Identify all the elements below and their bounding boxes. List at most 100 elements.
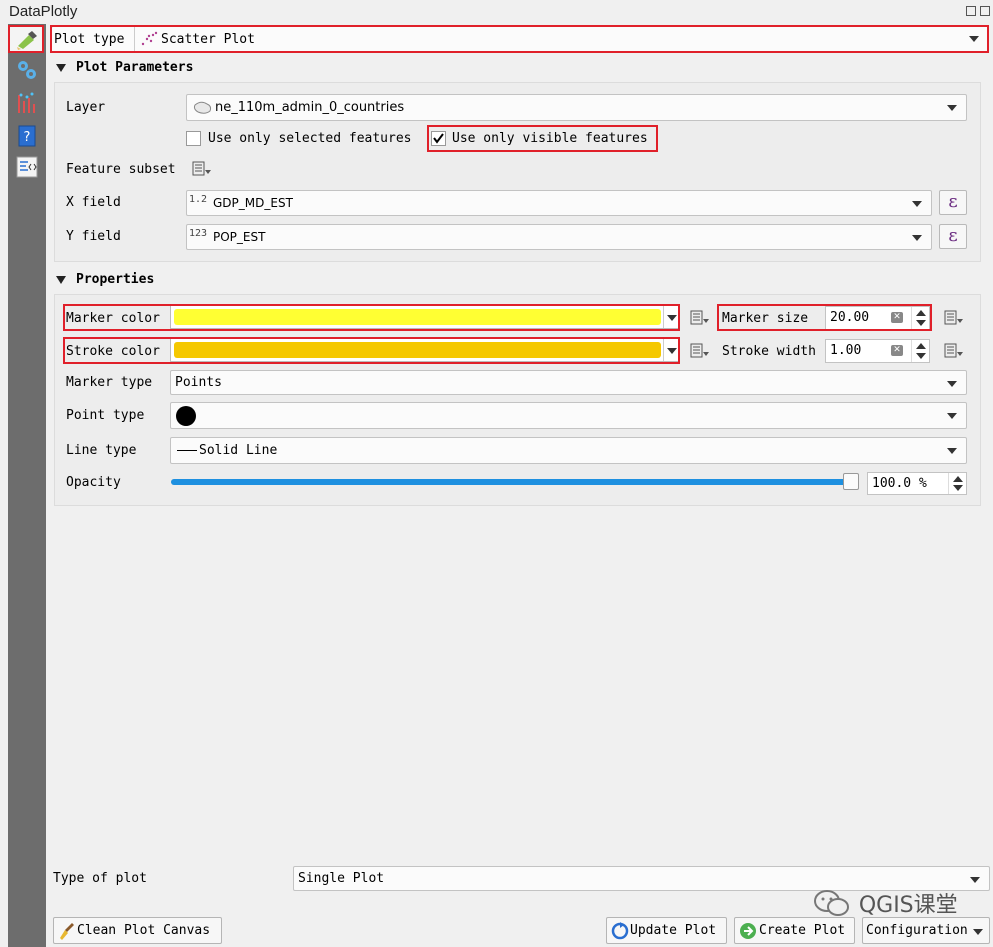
spin-arrows[interactable]	[911, 340, 929, 362]
stroke-width-value: 1.00	[830, 343, 862, 358]
line-type-value: Solid Line	[199, 443, 278, 458]
point-type-label: Point type	[66, 408, 145, 423]
feature-subset-label: Feature subset	[66, 162, 176, 177]
wechat-icon	[814, 890, 849, 916]
use-visible-checkbox[interactable]	[431, 131, 446, 146]
marker-type-combo[interactable]: Points	[170, 370, 967, 395]
title-bar: DataPlotly	[0, 0, 993, 22]
chevron-down-icon	[947, 413, 957, 419]
update-plot-button[interactable]: Update Plot	[606, 917, 727, 944]
layer-label: Layer	[66, 100, 106, 115]
polygon-layer-icon	[193, 101, 213, 119]
y-field-value: POP_EST	[213, 230, 266, 244]
layer-combo[interactable]: ne_110m_admin_0_countries	[186, 94, 967, 121]
marker-type-value: Points	[175, 375, 222, 390]
chevron-down-icon	[663, 306, 679, 328]
type-of-plot-label: Type of plot	[53, 871, 147, 886]
marker-size-value: 20.00	[830, 310, 870, 325]
chevron-down-icon	[970, 877, 980, 883]
data-defined-icon[interactable]	[190, 160, 212, 178]
type-of-plot-value: Single Plot	[298, 871, 385, 886]
data-defined-icon[interactable]	[688, 309, 710, 327]
use-visible-label: Use only visible features	[452, 131, 648, 146]
sidebar-plot-icon[interactable]	[10, 27, 44, 53]
plot-type-combo[interactable]: Plot type Scatter Plot	[51, 26, 989, 53]
y-field-label: Y field	[66, 229, 121, 244]
configuration-button[interactable]: Configuration	[862, 917, 990, 944]
opacity-slider-handle[interactable]	[843, 473, 859, 490]
collapse-icon	[56, 63, 66, 72]
opacity-value: 100.0 %	[872, 476, 927, 491]
chevron-down-icon	[663, 339, 679, 361]
svg-text:?: ?	[24, 130, 31, 145]
spin-arrows[interactable]	[948, 473, 966, 494]
watermark: QGIS课堂	[813, 887, 958, 919]
decimal-type-icon: 1.2	[189, 194, 208, 205]
close-icon[interactable]	[980, 6, 990, 16]
chevron-down-icon	[973, 929, 983, 935]
y-field-combo[interactable]: 123 POP_EST	[186, 224, 932, 250]
broom-icon	[58, 922, 78, 944]
create-plot-button[interactable]: Create Plot	[734, 917, 855, 944]
use-selected-label: Use only selected features	[208, 131, 412, 146]
plot-type-label: Plot type	[54, 32, 125, 47]
stroke-width-label: Stroke width	[722, 344, 816, 359]
data-defined-icon[interactable]	[942, 342, 964, 360]
circle-point-icon	[176, 406, 196, 426]
use-selected-checkbox[interactable]	[186, 131, 201, 146]
x-expression-button[interactable]: ε	[939, 190, 967, 215]
sidebar-help-icon[interactable]: ?	[10, 123, 44, 149]
marker-size-label: Marker size	[722, 311, 809, 326]
chevron-down-icon	[969, 36, 979, 42]
opacity-slider[interactable]	[171, 473, 859, 490]
line-type-combo[interactable]: Solid Line	[170, 437, 967, 464]
data-defined-icon[interactable]	[688, 342, 710, 360]
chevron-down-icon	[947, 381, 957, 387]
y-expression-button[interactable]: ε	[939, 224, 967, 249]
x-field-value: GDP_MD_EST	[213, 196, 293, 210]
collapse-icon	[56, 275, 66, 284]
watermark-text: QGIS课堂	[858, 893, 958, 918]
stroke-width-spinbox[interactable]: 1.00 ✕	[825, 339, 930, 363]
spin-arrows[interactable]	[911, 307, 929, 329]
marker-color-swatch	[174, 309, 661, 325]
sidebar-code-icon[interactable]	[10, 154, 44, 180]
stroke-color-swatch	[174, 342, 661, 358]
plot-parameters-header[interactable]: Plot Parameters	[56, 60, 193, 75]
marker-size-spinbox[interactable]: 20.00 ✕	[825, 306, 930, 330]
window-title: DataPlotly	[9, 3, 78, 20]
checkmark-icon	[433, 133, 444, 144]
clean-plot-canvas-button[interactable]: Clean Plot Canvas	[53, 917, 222, 944]
opacity-slider-fill	[171, 479, 859, 485]
opacity-label: Opacity	[66, 475, 121, 490]
layer-value: ne_110m_admin_0_countries	[215, 100, 405, 115]
integer-type-icon: 123	[189, 228, 208, 239]
plot-type-value: Scatter Plot	[161, 32, 255, 47]
chevron-down-icon	[947, 105, 957, 111]
properties-header[interactable]: Properties	[56, 272, 154, 287]
chevron-down-icon	[912, 235, 922, 241]
clear-icon[interactable]: ✕	[891, 312, 903, 323]
chevron-down-icon	[947, 448, 957, 454]
float-icon[interactable]	[966, 6, 976, 16]
data-defined-icon[interactable]	[942, 309, 964, 327]
line-type-label: Line type	[66, 443, 137, 458]
x-field-label: X field	[66, 195, 121, 210]
arrow-right-icon	[739, 922, 757, 944]
solid-line-icon	[177, 450, 197, 451]
marker-color-button[interactable]	[170, 305, 680, 329]
opacity-spinbox[interactable]: 100.0 %	[867, 472, 967, 495]
sidebar: ?	[8, 24, 46, 947]
scatter-plot-icon	[140, 31, 158, 51]
refresh-icon	[611, 922, 629, 944]
point-type-combo[interactable]	[170, 402, 967, 429]
stroke-color-label: Stroke color	[66, 344, 160, 359]
clear-icon[interactable]: ✕	[891, 345, 903, 356]
chevron-down-icon	[912, 201, 922, 207]
sidebar-chart-icon[interactable]	[10, 90, 44, 116]
stroke-color-button[interactable]	[170, 338, 680, 362]
marker-type-label: Marker type	[66, 375, 153, 390]
marker-color-label: Marker color	[66, 311, 160, 326]
x-field-combo[interactable]: 1.2 GDP_MD_EST	[186, 190, 932, 216]
sidebar-settings-icon[interactable]	[10, 57, 44, 83]
